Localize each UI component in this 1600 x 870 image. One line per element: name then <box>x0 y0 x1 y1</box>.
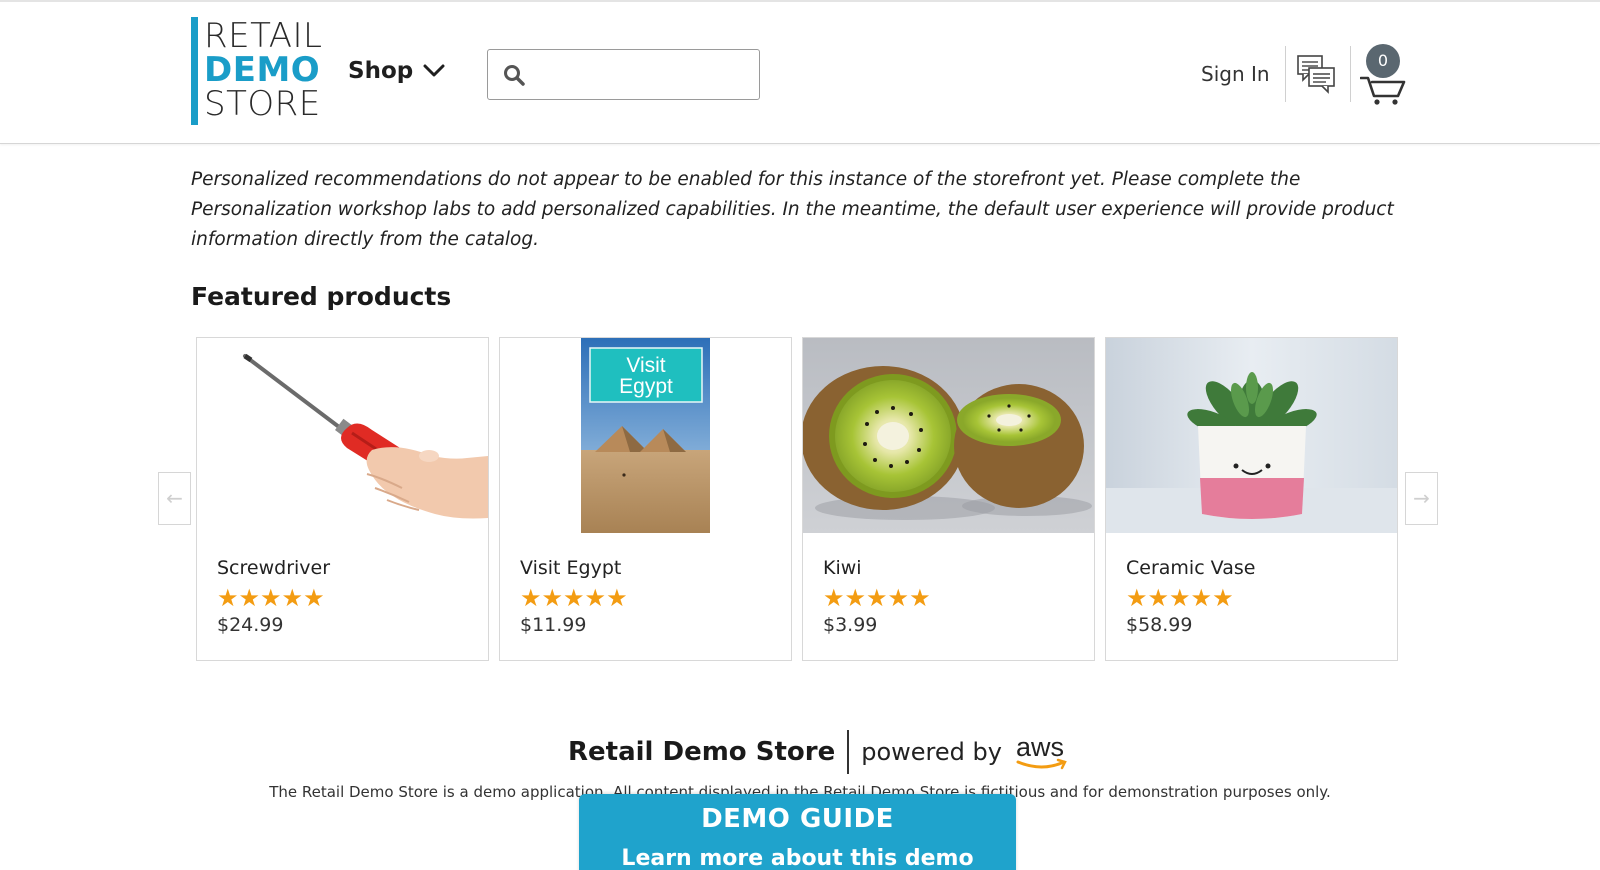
logo-text-store: STORE <box>204 84 321 124</box>
footer-separator <box>847 730 850 774</box>
featured-products-title: Featured products <box>191 282 452 311</box>
kiwi-image <box>803 338 1094 533</box>
star-rating: ★★★★★ <box>1126 584 1234 612</box>
product-price: $24.99 <box>217 614 284 636</box>
product-price: $58.99 <box>1126 614 1193 636</box>
aws-logo-icon: aws <box>1016 732 1067 770</box>
cart-count-badge: 0 <box>1366 44 1400 78</box>
logo-bar <box>191 17 198 125</box>
carousel-prev-button[interactable]: ← <box>158 472 191 525</box>
header-divider <box>1285 46 1286 102</box>
search-input[interactable] <box>534 56 749 93</box>
product-card[interactable]: Screwdriver ★★★★★ $24.99 <box>196 337 489 661</box>
search-box[interactable] <box>487 49 760 100</box>
star-rating: ★★★★★ <box>217 584 325 612</box>
footer-store-name: Retail Demo Store <box>568 737 836 767</box>
screwdriver-image <box>197 338 488 533</box>
star-rating: ★★★★★ <box>823 584 931 612</box>
header-divider <box>1350 46 1351 102</box>
product-name[interactable]: Visit Egypt <box>520 557 621 579</box>
egypt-caption-egypt: Egypt <box>619 375 673 398</box>
chevron-down-icon <box>423 64 445 77</box>
product-card[interactable]: Kiwi ★★★★★ $3.99 <box>802 337 1095 661</box>
chat-icon[interactable] <box>1296 54 1336 94</box>
cart-icon <box>1360 76 1406 105</box>
logo-text-retail: RETAIL <box>204 16 323 56</box>
egypt-book-image: Visit Egypt <box>500 338 791 533</box>
product-name[interactable]: Kiwi <box>823 557 862 579</box>
sign-in-link[interactable]: Sign In <box>1201 62 1270 86</box>
carousel-next-button[interactable]: → <box>1405 472 1438 525</box>
site-header: RETAIL DEMO STORE Shop Sign In 0 <box>0 2 1600 144</box>
demo-guide-subtitle: Learn more about this demo <box>621 846 974 870</box>
footer-brand: Retail Demo Store powered by aws <box>568 730 1070 774</box>
product-name[interactable]: Screwdriver <box>217 557 330 579</box>
product-name[interactable]: Ceramic Vase <box>1126 557 1255 579</box>
svg-text:aws: aws <box>1016 732 1064 762</box>
logo-text-demo: DEMO <box>204 50 321 90</box>
demo-guide-title: DEMO GUIDE <box>701 804 894 834</box>
search-icon <box>504 65 525 86</box>
shop-menu-button[interactable]: Shop <box>348 58 445 84</box>
store-logo[interactable]: RETAIL DEMO STORE <box>191 17 331 125</box>
footer-powered-by: powered by <box>861 738 1002 766</box>
demo-guide-button[interactable]: DEMO GUIDE Learn more about this demo <box>579 794 1016 870</box>
vase-image <box>1106 338 1397 533</box>
product-card[interactable]: Visit Egypt Visit Egypt ★★★★★ $11.99 <box>499 337 792 661</box>
star-rating: ★★★★★ <box>520 584 628 612</box>
product-price: $11.99 <box>520 614 587 636</box>
product-card[interactable]: Ceramic Vase ★★★★★ $58.99 <box>1105 337 1398 661</box>
cart-button[interactable]: 0 <box>1360 44 1406 106</box>
product-price: $3.99 <box>823 614 878 636</box>
egypt-caption-visit: Visit <box>626 354 665 377</box>
shop-menu-label: Shop <box>348 58 414 84</box>
personalization-notice: Personalized recommendations do not appe… <box>191 169 1394 250</box>
